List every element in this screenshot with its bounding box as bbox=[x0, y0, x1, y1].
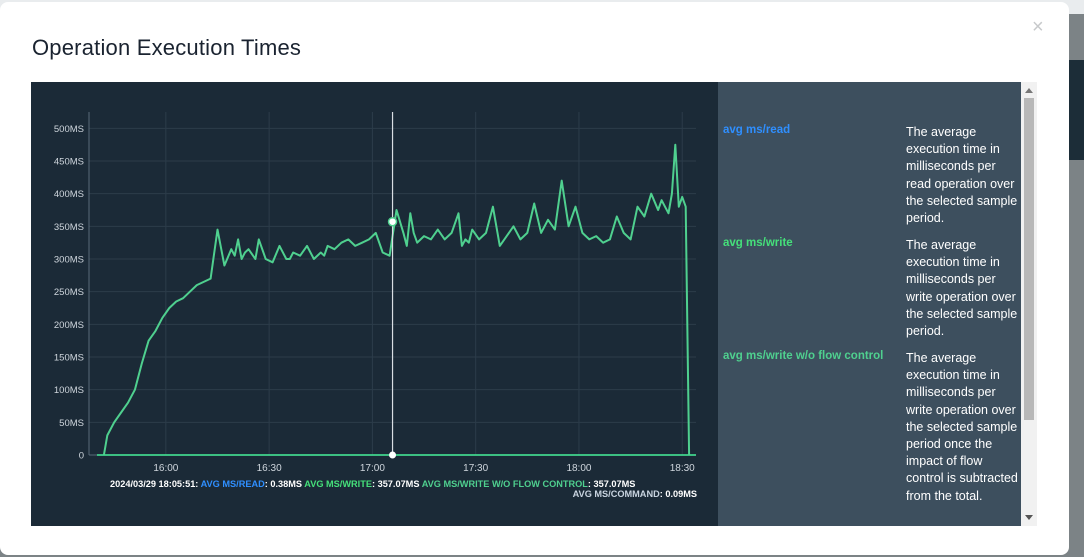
x-tick-label: 16:00 bbox=[153, 463, 178, 474]
scroll-down-arrow-icon[interactable] bbox=[1025, 515, 1033, 520]
y-tick-label: 500MS bbox=[54, 124, 84, 135]
x-tick-label: 18:30 bbox=[670, 463, 695, 474]
legend-description-write-no-flow: The average execution time in millisecon… bbox=[906, 351, 1018, 503]
y-tick-label: 100MS bbox=[54, 385, 84, 396]
close-icon[interactable]: × bbox=[1032, 16, 1044, 39]
legend-panel: avg ms/read The average execution time i… bbox=[718, 82, 1021, 526]
legend-label-read: avg ms/read bbox=[723, 124, 791, 136]
legend-description-write: The average execution time in millisecon… bbox=[906, 238, 1018, 339]
y-tick-label: 250MS bbox=[54, 287, 84, 298]
legend-description-read: The average execution time in millisecon… bbox=[906, 125, 1018, 226]
readout-value: : 357.07MS bbox=[372, 479, 422, 489]
execution-times-chart[interactable]: 0 50MS 100MS 150MS 200MS 250MS 300MS 350MS 400MS… bbox=[31, 82, 798, 526]
y-tick-label: 150MS bbox=[54, 353, 84, 364]
x-tick-label: 16:30 bbox=[257, 463, 282, 474]
readout-label: AVG MS/COMMAND bbox=[573, 489, 660, 499]
readout-value: : 357.07MS bbox=[588, 479, 636, 489]
modal-title: Operation Execution Times bbox=[32, 35, 302, 60]
y-tick-label: 450MS bbox=[54, 157, 84, 168]
readout-label: AVG MS/WRITE W/O FLOW CONTROL bbox=[422, 479, 589, 489]
readout-value: : 0.38MS bbox=[265, 479, 305, 489]
readout-label: AVG MS/READ bbox=[201, 479, 266, 489]
legend-label-write-no-flow: avg ms/write w/o flow control bbox=[723, 350, 884, 362]
readout-label: AVG MS/WRITE bbox=[304, 479, 372, 489]
y-tick-label: 350MS bbox=[54, 222, 84, 233]
y-tick-label: 0 bbox=[79, 451, 84, 462]
readout-value: : 0.09MS bbox=[660, 489, 697, 499]
legend-scrollbar[interactable] bbox=[1021, 82, 1037, 526]
y-tick-label: 50MS bbox=[59, 418, 84, 429]
readout-timestamp: 2024/03/29 18:05:51: bbox=[110, 479, 201, 489]
x-tick-label: 18:00 bbox=[566, 463, 591, 474]
chart-panel[interactable]: 0 50MS 100MS 150MS 200MS 250MS 300MS 350MS 400MS… bbox=[31, 82, 798, 526]
hover-readout-line-1: 2024/03/29 18:05:51: AVG MS/READ: 0.38MS… bbox=[110, 479, 635, 489]
y-tick-label: 300MS bbox=[54, 255, 84, 266]
y-tick-label: 200MS bbox=[54, 320, 84, 331]
legend-label-write: avg ms/write bbox=[723, 237, 793, 249]
scroll-up-arrow-icon[interactable] bbox=[1025, 88, 1033, 93]
x-tick-label: 17:00 bbox=[360, 463, 385, 474]
y-tick-label: 400MS bbox=[54, 189, 84, 200]
scrollbar-thumb[interactable] bbox=[1024, 98, 1034, 420]
x-tick-label: 17:30 bbox=[463, 463, 488, 474]
hover-marker-baseline bbox=[389, 451, 397, 459]
hover-marker-point bbox=[387, 216, 398, 227]
series-line-2 bbox=[102, 143, 691, 456]
hover-readout-line-2: AVG MS/COMMAND: 0.09MS bbox=[573, 489, 697, 499]
